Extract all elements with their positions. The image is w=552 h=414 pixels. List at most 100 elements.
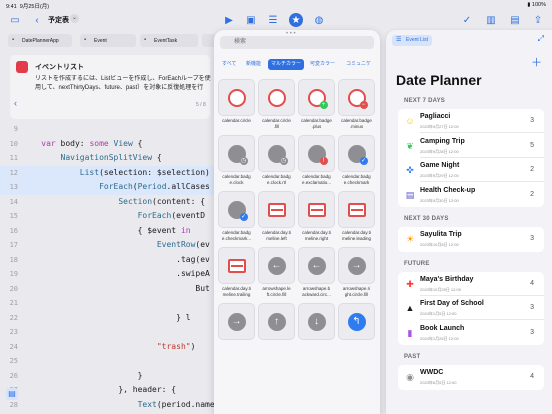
- code-line[interactable]: 11 NavigationSplitView {: [0, 151, 216, 166]
- bag-icon[interactable]: ▤: [508, 13, 522, 27]
- code-line[interactable]: 17 EventRow(ev: [0, 238, 216, 253]
- symbol-tile[interactable]: !: [298, 135, 335, 172]
- task-count: 2: [530, 166, 534, 173]
- event-row[interactable]: ▮ Book Launch 2024年1月25日 12:00 3: [398, 321, 544, 345]
- symbol-tile[interactable]: −: [338, 79, 375, 116]
- symbol-tile[interactable]: ←: [298, 247, 335, 284]
- calendar-badge-plus-icon: +: [307, 88, 328, 109]
- symbol-tile[interactable]: →: [338, 247, 375, 284]
- symbol-tile[interactable]: [258, 191, 295, 228]
- color-icon[interactable]: ◍: [312, 13, 326, 27]
- symbol-tile[interactable]: [218, 79, 255, 116]
- sliders-icon[interactable]: ☰: [266, 13, 280, 27]
- symbol-tile[interactable]: ✓: [218, 191, 255, 228]
- code-line[interactable]: 19 .swipeA: [0, 267, 216, 282]
- chevron-down-icon[interactable]: ⌄: [70, 14, 79, 23]
- symbol-caption: calendar.badg e.clock.rtl: [262, 174, 291, 185]
- code-line[interactable]: 28 Text(period.name): [0, 398, 220, 413]
- line-number: 12: [9, 168, 18, 177]
- code-line[interactable]: 13 ForEach(Period.allCases: [0, 180, 216, 195]
- code-line[interactable]: 12 List(selection: $selection): [0, 165, 216, 181]
- line-number: 23: [9, 328, 18, 336]
- swift-file-icon: ▪: [12, 37, 15, 43]
- swift-file-icon: ▪: [144, 37, 147, 43]
- add-event-button[interactable]: ＋: [531, 54, 542, 70]
- event-row[interactable]: ◉ WWDC 2023年6月5日 12:00 4: [398, 365, 544, 389]
- code-line[interactable]: 20 But: [0, 282, 216, 297]
- symbol-tile[interactable]: ↑: [258, 303, 295, 340]
- code-line[interactable]: 22 } l: [0, 311, 216, 326]
- banner-page-indicator: 5 / 8: [196, 102, 206, 108]
- checkmark-icon[interactable]: ✓: [460, 13, 474, 27]
- segment-2[interactable]: マルチカラー: [268, 59, 305, 70]
- event-date: 2023年6月5日 12:00: [420, 380, 457, 385]
- segment-4[interactable]: コミュニケ: [346, 59, 371, 70]
- tab-event[interactable]: ▪ Event: [80, 34, 136, 47]
- play-icon[interactable]: ▶: [222, 13, 236, 27]
- code-line[interactable]: 10 var body: some View {: [0, 137, 216, 152]
- symbol-tile[interactable]: [338, 191, 375, 228]
- code-editor[interactable]: 9 10 var body: some View {11 NavigationSp…: [0, 122, 220, 414]
- task-count: 5: [530, 141, 534, 149]
- symbol-tile[interactable]: [218, 247, 255, 284]
- symbol-tile[interactable]: +: [298, 79, 335, 116]
- code-line[interactable]: 26 }: [0, 369, 216, 384]
- stop-icon[interactable]: ▣: [244, 13, 258, 27]
- event-list-chip[interactable]: ☰ Event List: [392, 35, 432, 46]
- event-row[interactable]: ✚ Maya's Birthday 2023年10月25日 12:00 4: [398, 272, 544, 296]
- event-row[interactable]: ☀ Sayulita Trip 2023年10月8日 12:00 3: [398, 227, 544, 251]
- event-name: WWDC: [420, 369, 444, 376]
- symbol-caption: arrowshape.ri ght.circle.fill: [342, 286, 371, 297]
- event-row[interactable]: ▲ First Day of School 2024年1月5日 12:00 3: [398, 296, 544, 320]
- arrow-right-circle-icon: →: [347, 256, 366, 275]
- segment-3[interactable]: 可変カラー: [310, 59, 335, 70]
- symbol-tile[interactable]: ✓: [338, 135, 375, 172]
- symbol-tile[interactable]: ←: [258, 247, 295, 284]
- symbol-tile[interactable]: →: [218, 303, 255, 340]
- code-line[interactable]: 15 ForEach(eventD: [0, 209, 216, 224]
- code-line[interactable]: 16 { $event in: [0, 224, 216, 239]
- code-line[interactable]: 23: [0, 325, 216, 340]
- code-line[interactable]: 18 .tag(ev: [0, 253, 216, 268]
- drag-handle[interactable]: • • •: [286, 31, 306, 37]
- sidebar-icon[interactable]: ▭: [8, 13, 22, 27]
- code-line[interactable]: 14 Section(content: {: [0, 195, 216, 210]
- code-line[interactable]: 24 "trash"): [0, 340, 216, 355]
- task-count: 3: [530, 117, 534, 124]
- symbol-library-popover: ⌕ すべて新機能マルチカラー可変カラーコミュニケ calendar.circle…: [214, 30, 380, 414]
- event-row[interactable]: ✜ Game Night 2023年9月29日 12:00 2: [398, 158, 544, 182]
- event-row[interactable]: ☺ Pagliacci 2023年9月27日 12:00 3: [398, 109, 544, 133]
- graduationcap-icon: ▲: [405, 303, 415, 313]
- timeline-trailing-icon: [227, 258, 246, 273]
- books-icon[interactable]: ▥: [484, 13, 498, 27]
- badge-icon: ✓: [239, 212, 248, 221]
- symbol-tile[interactable]: ◷: [258, 135, 295, 172]
- line-number: 17: [9, 241, 18, 249]
- event-row[interactable]: ❦ Camping Trip 2023年9月28日 12:00 5: [398, 134, 544, 158]
- event-row[interactable]: ▤ Health Check-up 2023年9月30日 12:00 2: [398, 183, 544, 207]
- section-header: FUTURE: [404, 260, 430, 267]
- expand-icon[interactable]: ⤢: [538, 34, 544, 44]
- segment-1[interactable]: 新機能: [246, 59, 261, 70]
- sun-icon: ☀: [405, 234, 415, 244]
- code-line[interactable]: 27 }, header: {: [0, 383, 216, 398]
- editor-bottom-icon[interactable]: ▤: [6, 388, 18, 400]
- symbol-tile[interactable]: [298, 191, 335, 228]
- code-line[interactable]: 25: [0, 354, 216, 369]
- share-icon[interactable]: ⇪: [531, 13, 545, 27]
- chevron-left-icon[interactable]: ‹: [14, 98, 17, 108]
- symbol-tile[interactable]: ↰: [338, 303, 375, 340]
- document-title[interactable]: 予定表: [48, 15, 69, 25]
- tab-eventtask[interactable]: ▪ EventTask: [140, 34, 198, 47]
- symbol-tile[interactable]: [258, 79, 295, 116]
- symbol-tile[interactable]: ↓: [298, 303, 335, 340]
- tab-dateplannerapp[interactable]: ▪ DatePlannerApp: [8, 34, 72, 47]
- code-line[interactable]: 21: [0, 296, 216, 311]
- segment-0[interactable]: すべて: [222, 59, 236, 70]
- back-icon[interactable]: ‹: [30, 13, 44, 27]
- library-icon[interactable]: ★: [289, 13, 303, 27]
- symbol-tile[interactable]: ◷: [218, 135, 255, 172]
- line-number: 15: [9, 212, 18, 220]
- code-line[interactable]: 9: [0, 122, 216, 137]
- search-input[interactable]: [220, 36, 374, 49]
